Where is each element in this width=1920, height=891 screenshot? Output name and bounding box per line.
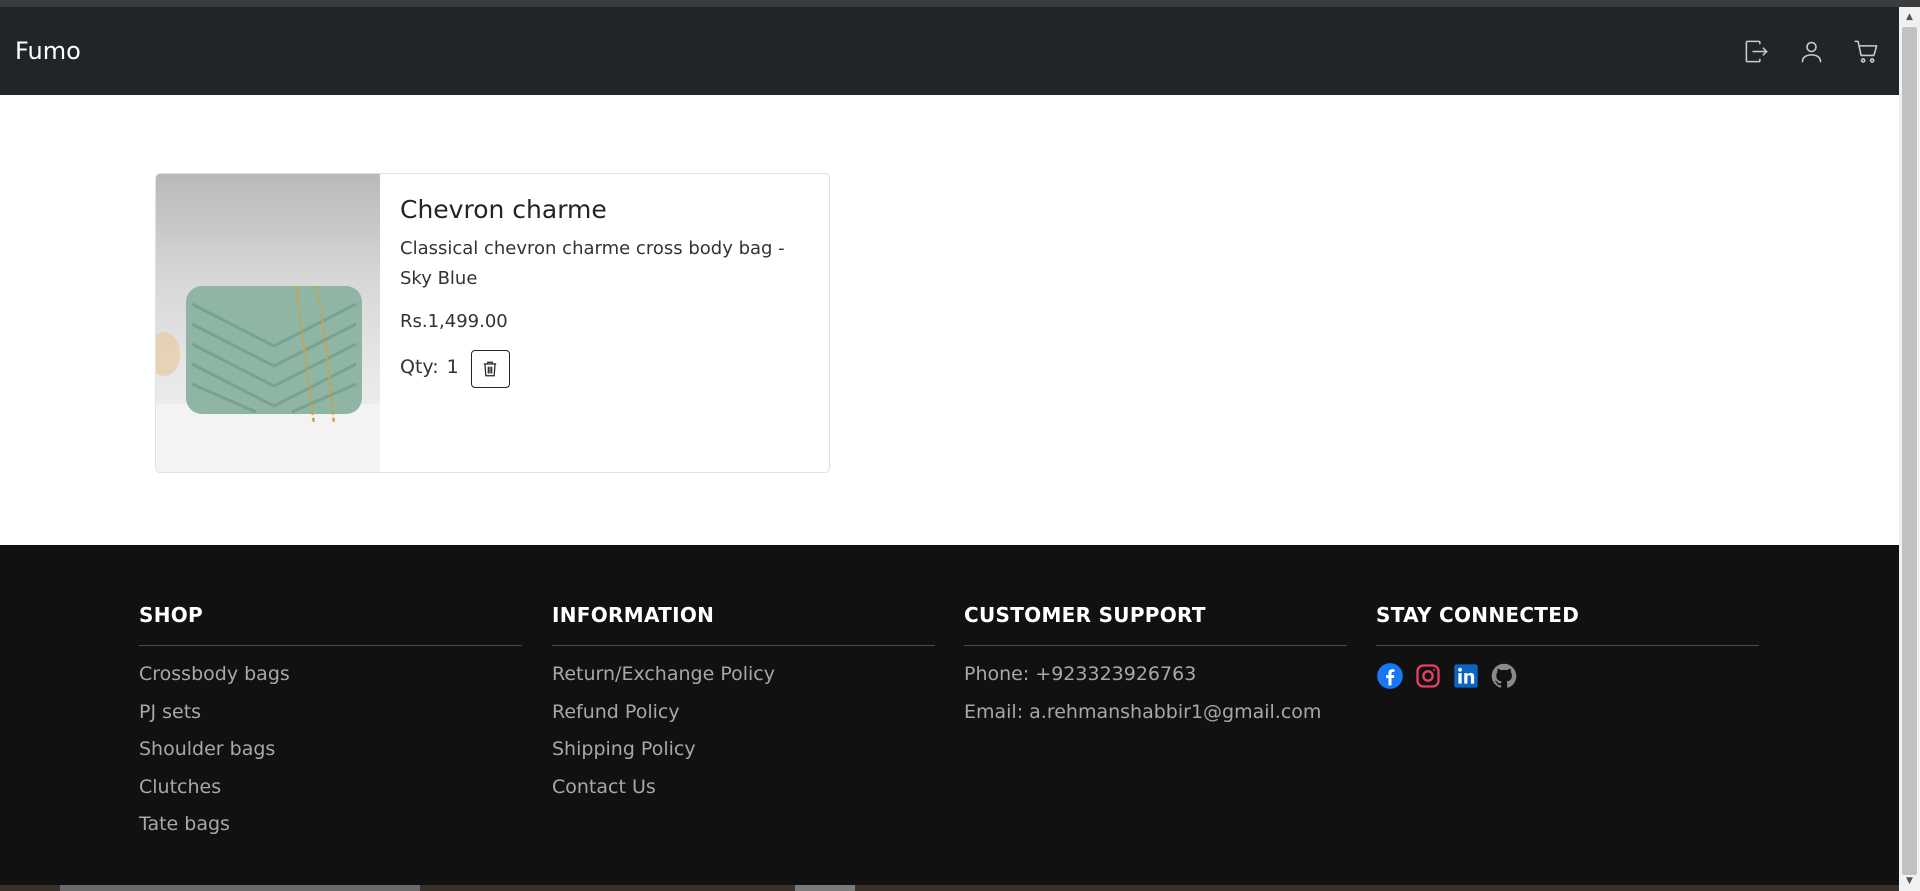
brand-logo[interactable]: Fumo: [15, 37, 81, 65]
footer-link-crossbody-bags[interactable]: Crossbody bags: [139, 656, 522, 694]
user-icon[interactable]: [1798, 38, 1825, 65]
browser-top-strip: [0, 0, 1920, 7]
footer-link-shipping-policy[interactable]: Shipping Policy: [552, 731, 935, 769]
navbar: Fumo: [0, 7, 1899, 95]
delete-item-button[interactable]: [470, 350, 510, 388]
footer-heading-information: INFORMATION: [552, 603, 935, 646]
footer-heading-connect: STAY CONNECTED: [1376, 603, 1759, 646]
footer-support: CUSTOMER SUPPORT Phone: +923323926763 Em…: [964, 603, 1347, 731]
cart-item-details: Chevron charme Classical chevron charme …: [380, 174, 829, 472]
linkedin-icon[interactable]: [1452, 662, 1480, 690]
qty-label: Qty:: [400, 356, 439, 378]
scroll-down-arrow[interactable]: ▼: [1899, 873, 1920, 889]
facebook-icon[interactable]: [1376, 662, 1404, 690]
product-title[interactable]: Chevron charme: [400, 195, 809, 224]
footer-heading-support: CUSTOMER SUPPORT: [964, 603, 1347, 646]
cart-item-card: Chevron charme Classical chevron charme …: [155, 173, 830, 473]
quantity-row: Qty: 1: [400, 346, 809, 388]
logout-icon[interactable]: [1743, 38, 1770, 65]
cart-page: Chevron charme Classical chevron charme …: [0, 95, 1899, 545]
browser-bottom-strip: [0, 885, 1899, 891]
support-email: Email: a.rehmanshabbir1@gmail.com: [964, 700, 1322, 723]
qty-value: 1: [446, 356, 459, 378]
bag-body: [186, 286, 362, 414]
footer-link-contact-us[interactable]: Contact Us: [552, 769, 935, 807]
nav-icons: [1743, 38, 1880, 65]
footer-link-refund-policy[interactable]: Refund Policy: [552, 694, 935, 732]
product-price: Rs.1,499.00: [400, 311, 508, 332]
github-icon[interactable]: [1490, 662, 1518, 690]
footer-information: INFORMATION Return/Exchange Policy Refun…: [552, 603, 935, 806]
footer-link-return-policy[interactable]: Return/Exchange Policy: [552, 656, 935, 694]
instagram-icon[interactable]: [1414, 662, 1442, 690]
scrollbar-thumb[interactable]: [1902, 27, 1917, 875]
social-links: [1376, 662, 1759, 690]
footer-link-shoulder-bags[interactable]: Shoulder bags: [139, 731, 522, 769]
footer-heading-shop: SHOP: [139, 603, 522, 646]
support-phone: Phone: +923323926763: [964, 663, 1197, 685]
trash-icon: [484, 361, 497, 377]
footer-link-clutches[interactable]: Clutches: [139, 769, 522, 807]
footer-connect: STAY CONNECTED: [1376, 603, 1759, 690]
product-image[interactable]: [156, 174, 380, 472]
cart-icon[interactable]: [1853, 38, 1880, 65]
footer-link-pj-sets[interactable]: PJ sets: [139, 694, 522, 732]
footer: SHOP Crossbody bags PJ sets Shoulder bag…: [0, 545, 1899, 885]
footer-shop: SHOP Crossbody bags PJ sets Shoulder bag…: [139, 603, 522, 844]
footer-link-tate-bags[interactable]: Tate bags: [139, 806, 522, 844]
scroll-up-arrow[interactable]: ▲: [1899, 9, 1920, 25]
vertical-scrollbar[interactable]: ▲ ▼: [1899, 7, 1920, 891]
product-description: Classical chevron charme cross body bag …: [400, 238, 785, 289]
